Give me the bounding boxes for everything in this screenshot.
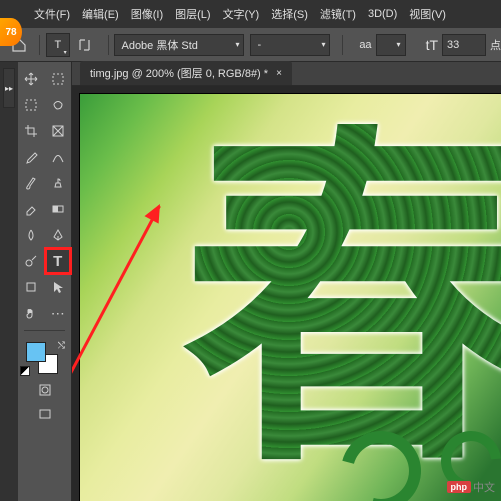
healing-tool[interactable] (45, 144, 72, 170)
eyedropper-tool[interactable] (18, 144, 45, 170)
tab-title: timg.jpg @ 200% (图层 0, RGB/8#) * (90, 65, 268, 81)
swap-colors-icon[interactable]: ⤭ (58, 340, 65, 351)
document-canvas[interactable]: 春 春 (80, 94, 501, 501)
menu-image[interactable]: 图像(I) (125, 3, 169, 25)
edit-toolbar[interactable]: ⋯ (45, 300, 72, 326)
separator (39, 35, 40, 55)
stamp-tool[interactable] (45, 170, 72, 196)
font-size-input[interactable]: 33 (442, 34, 486, 56)
watermark-badge: php (447, 481, 472, 493)
text-orientation-icon[interactable] (76, 34, 94, 56)
color-swatches[interactable]: ⤭ (18, 338, 71, 378)
menu-filter[interactable]: 滤镜(T) (314, 3, 362, 25)
menu-bar: 文件(F) 编辑(E) 图像(I) 图层(L) 文字(Y) 选择(S) 滤镜(T… (28, 4, 501, 24)
document-tab-bar: timg.jpg @ 200% (图层 0, RGB/8#) * × (72, 62, 501, 86)
font-size-group: tT 33 点 (426, 34, 501, 56)
menu-type[interactable]: 文字(Y) (217, 3, 266, 25)
gradient-tool[interactable] (45, 196, 72, 222)
type-icon-label: T (55, 39, 62, 51)
tool-preset-icon[interactable]: T (46, 33, 69, 57)
document-tab[interactable]: timg.jpg @ 200% (图层 0, RGB/8#) * × (80, 61, 292, 85)
app-badge: 78 (0, 18, 22, 46)
anti-alias-select[interactable] (376, 34, 406, 56)
points-label: 点 (490, 37, 501, 53)
watermark-text: 中文 (473, 479, 495, 495)
font-style-select[interactable]: - (250, 34, 330, 56)
dodge-tool[interactable] (18, 248, 45, 274)
lasso-tool[interactable] (45, 92, 72, 118)
type-tool-label: T (53, 253, 62, 270)
frame-tool[interactable] (45, 118, 72, 144)
canvas-glyph: 春 (181, 124, 501, 484)
menu-layer[interactable]: 图层(L) (169, 3, 216, 25)
default-colors-icon[interactable] (20, 366, 30, 376)
font-size-value: 33 (447, 39, 459, 51)
crop-tool[interactable] (18, 118, 45, 144)
font-family-select[interactable]: Adobe 黑体 Std (114, 34, 244, 56)
separator (342, 35, 343, 55)
path-select-tool[interactable] (45, 274, 72, 300)
close-icon[interactable]: × (276, 68, 282, 79)
separator (108, 35, 109, 55)
pen-tool[interactable] (45, 222, 72, 248)
canvas-area: 春 春 (72, 86, 501, 501)
artboard-tool[interactable] (45, 66, 72, 92)
font-style-value: - (257, 39, 261, 51)
foreground-color[interactable] (26, 342, 46, 362)
anti-alias-group: aa (359, 34, 411, 56)
menu-3d[interactable]: 3D(D) (362, 5, 403, 23)
font-family-value: Adobe 黑体 Std (121, 37, 197, 53)
marquee-tool[interactable] (18, 92, 45, 118)
toolbox-separator (18, 326, 71, 334)
expand-toggle[interactable]: ▸▸ (3, 68, 15, 108)
brush-tool[interactable] (18, 170, 45, 196)
options-bar: T Adobe 黑体 Std - aa tT 33 点 (0, 28, 501, 62)
hand-tool[interactable] (18, 300, 45, 326)
watermark: php 中文 (447, 479, 496, 495)
type-tool[interactable]: T (45, 248, 72, 274)
menu-select[interactable]: 选择(S) (265, 3, 314, 25)
anti-alias-label: aa (359, 39, 371, 51)
font-size-icon: tT (426, 37, 438, 53)
toolbox: T ⋯ ⤭ (18, 62, 72, 501)
screenmode-icon[interactable] (37, 406, 53, 422)
menu-file[interactable]: 文件(F) (28, 3, 76, 25)
menu-view[interactable]: 视图(V) (403, 3, 452, 25)
quickmask-icon[interactable] (37, 382, 53, 398)
move-tool[interactable] (18, 66, 45, 92)
menu-edit[interactable]: 编辑(E) (76, 3, 125, 25)
blur-tool[interactable] (18, 222, 45, 248)
eraser-tool[interactable] (18, 196, 45, 222)
shape-tool[interactable] (18, 274, 45, 300)
left-rail: ▸▸ (0, 62, 18, 501)
